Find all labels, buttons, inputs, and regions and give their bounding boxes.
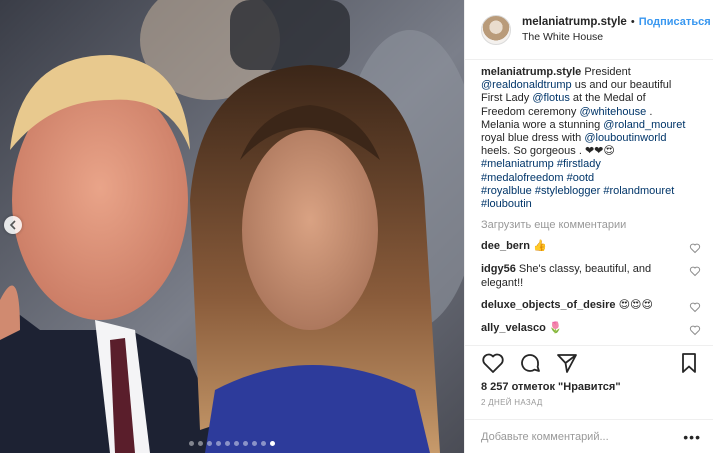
comment-username[interactable]: deluxe_objects_of_desire xyxy=(481,299,616,311)
hashtag-link[interactable]: #royalblue xyxy=(481,185,532,197)
hashtag-link[interactable]: #ootd xyxy=(567,172,595,184)
caption-text: . xyxy=(646,105,653,118)
comment-text: 👍 xyxy=(532,240,547,253)
mention-link[interactable]: @whitehouse xyxy=(579,106,646,118)
likes-count: 8 257 отметок "Нравится" xyxy=(465,379,713,395)
comment-username[interactable]: ally_velasco xyxy=(481,322,546,334)
caption-text: royal blue dress with xyxy=(481,132,585,145)
carousel-dots xyxy=(0,441,464,446)
caption-text: Melania wore a stunning xyxy=(481,118,604,131)
comment-username[interactable]: dee_bern xyxy=(481,240,530,252)
location-link[interactable]: The White House xyxy=(522,30,711,45)
carousel-dot xyxy=(270,441,275,446)
hashtag-link[interactable]: #melaniatrump xyxy=(481,158,554,170)
mention-link[interactable]: @roland_mouret xyxy=(603,119,685,131)
separator-dot: • xyxy=(630,15,635,28)
caption-text: heels. So gorgeous . ❤❤😍 xyxy=(481,145,615,158)
bookmark-icon[interactable] xyxy=(677,351,701,375)
carousel-prev-button[interactable] xyxy=(4,216,22,234)
mention-link[interactable]: @realdonaldtrump xyxy=(481,79,572,91)
comment-text: 🌷 xyxy=(548,322,563,335)
heart-icon[interactable] xyxy=(689,324,701,336)
header-username[interactable]: melaniatrump.style xyxy=(522,15,627,30)
follow-button[interactable]: Подписаться xyxy=(639,15,711,30)
carousel-dot xyxy=(243,441,248,446)
post-timestamp: 2 ДНЕЙ НАЗАД xyxy=(481,398,543,407)
carousel-dot xyxy=(234,441,239,446)
mention-link[interactable]: @louboutinworld xyxy=(584,132,666,144)
comment-input[interactable] xyxy=(481,430,684,443)
carousel-dot xyxy=(207,441,212,446)
comment-icon[interactable] xyxy=(518,351,542,375)
share-icon[interactable] xyxy=(555,351,579,375)
hashtag-link[interactable]: #medalofreedom xyxy=(481,172,564,184)
comments-section[interactable]: melaniatrump.style President @realdonald… xyxy=(465,60,713,345)
heart-icon[interactable] xyxy=(689,242,701,254)
carousel-dot xyxy=(252,441,257,446)
post-sidebar: melaniatrump.style • Подписаться The Whi… xyxy=(464,0,713,453)
post-caption: melaniatrump.style President @realdonald… xyxy=(481,66,686,211)
mention-link[interactable]: @flotus xyxy=(532,92,569,104)
comment-text: 😍😍😍 xyxy=(618,299,653,312)
caption-username[interactable]: melaniatrump.style xyxy=(481,66,581,78)
chevron-left-icon xyxy=(9,220,16,230)
heart-icon[interactable] xyxy=(689,265,701,277)
heart-icon[interactable] xyxy=(689,301,701,313)
carousel-dot xyxy=(189,441,194,446)
carousel-dot xyxy=(225,441,230,446)
comment-item: idgy56 She's classy, beautiful, and eleg… xyxy=(481,263,701,290)
add-comment-bar: ••• xyxy=(465,419,713,453)
carousel-dot xyxy=(216,441,221,446)
likes-link[interactable]: 8 257 отметок "Нравится" xyxy=(481,381,621,393)
action-bar xyxy=(465,345,713,379)
instagram-post: melaniatrump.style • Подписаться The Whi… xyxy=(0,0,713,453)
load-more-comments[interactable]: Загрузить еще комментарии xyxy=(481,219,701,231)
caption-text: President xyxy=(581,66,631,78)
hashtag-link[interactable]: #rolandmouret xyxy=(603,185,674,197)
comment-item: deluxe_objects_of_desire 😍😍😍 xyxy=(481,299,701,313)
post-photo[interactable] xyxy=(0,0,464,453)
comment-username[interactable]: idgy56 xyxy=(481,263,516,275)
carousel-dot xyxy=(198,441,203,446)
avatar[interactable] xyxy=(481,14,511,45)
comment-item: ally_velasco 🌷 xyxy=(481,322,701,336)
hashtag-link[interactable]: #styleblogger xyxy=(535,185,600,197)
hashtag-link[interactable]: #firstlady xyxy=(557,158,601,170)
more-options-button[interactable]: ••• xyxy=(683,429,701,445)
photo-image xyxy=(0,0,464,453)
carousel-dot xyxy=(261,441,266,446)
comment-item: dee_bern 👍 xyxy=(481,240,701,254)
hashtag-link[interactable]: #louboutin xyxy=(481,198,532,210)
heart-icon[interactable] xyxy=(481,351,505,375)
post-header: melaniatrump.style • Подписаться The Whi… xyxy=(465,0,713,60)
